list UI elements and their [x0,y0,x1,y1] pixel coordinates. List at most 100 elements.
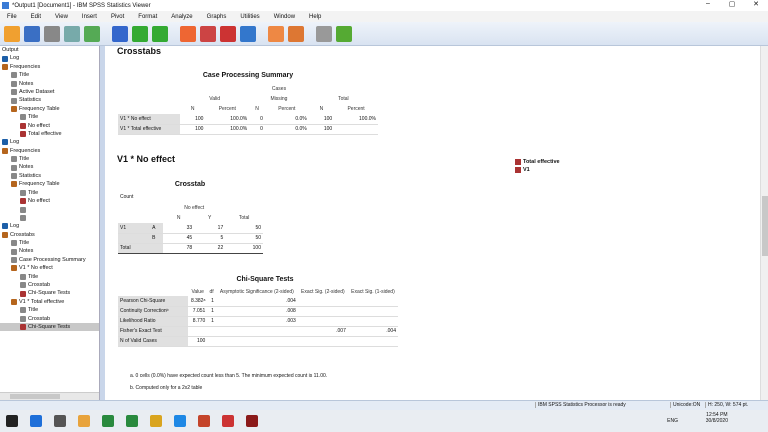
outline-label: Log [10,55,20,62]
outline-item[interactable]: Active Dataset [0,88,99,96]
minimize-button[interactable]: – [696,0,720,8]
outline-hscrollbar[interactable] [0,392,99,400]
maximize-button[interactable]: ▢ [720,0,744,8]
save-button[interactable] [24,25,40,42]
outline-item[interactable]: Frequency Table [0,105,99,113]
outline-item[interactable]: Frequency Table [0,180,99,188]
insert-cases-button[interactable] [220,25,236,42]
table-row: V1 A 33 17 50 [118,223,263,234]
cell: 22 [194,242,226,254]
goto-variable-button[interactable] [200,25,216,42]
column-header: N [255,106,259,112]
table-row: V1 * Total effective 100 100.0% 0 0.0% 100 [118,124,378,135]
table-row: Continuity Correctionᵇ 7.051 1.008 [118,306,398,317]
menu-file[interactable]: File [0,14,24,20]
chi-square-table[interactable]: Value df Asymptotic Significance (2-sided)… [118,286,398,347]
cell: 17 [194,223,226,234]
menu-view[interactable]: View [48,14,75,20]
clock[interactable]: 12:54 PM 30/8/2020 [706,412,728,424]
status-bar: IBM SPSS Statistics Processor is ready U… [0,400,768,410]
taskbar-app-icon[interactable] [30,415,42,427]
outline-item[interactable]: Title [0,189,99,197]
menu-analyze[interactable]: Analyze [164,14,199,20]
outline-item[interactable]: Log [0,222,99,230]
menu-utilities[interactable]: Utilities [233,14,266,20]
outline-item[interactable]: Total effective [0,130,99,138]
taskbar-app-icon[interactable] [126,415,138,427]
case-processing-table[interactable]: Cases Valid Missing Total N Percent N Percent… [118,84,378,135]
add-button[interactable] [336,25,352,42]
taskbar-app-icon[interactable] [150,415,162,427]
menu-graphs[interactable]: Graphs [200,14,234,20]
outline-item[interactable]: Notes [0,247,99,255]
outline-item[interactable]: No effect [0,122,99,130]
outline-item[interactable] [0,214,99,222]
outline-item[interactable]: V1 * Total effective [0,298,99,306]
page-icon [11,80,17,87]
outline-item[interactable]: Case Processing Summary [0,256,99,264]
outline-label: Frequency Table [19,105,60,112]
menu-window[interactable]: Window [267,14,302,20]
row-label: Likelihood Ratio [118,316,188,327]
open-button[interactable] [4,25,20,42]
print-button[interactable] [44,25,60,42]
disabled-button[interactable] [316,25,332,42]
outline-item[interactable]: Title [0,155,99,163]
outline-item[interactable]: Notes [0,163,99,171]
export-button[interactable] [84,25,100,42]
menu-help[interactable]: Help [302,14,328,20]
variables-button[interactable] [240,25,256,42]
undo-button[interactable] [132,25,148,42]
outline-item[interactable]: Notes [0,80,99,88]
log-icon [2,139,8,146]
edit-button[interactable] [268,25,284,42]
outline-item[interactable]: Title [0,71,99,79]
outline-item[interactable]: Frequencies [0,147,99,155]
print-preview-button[interactable] [64,25,80,42]
outline-item[interactable]: Title [0,239,99,247]
outline-item[interactable]: Statistics [0,172,99,180]
outline-item[interactable]: Log [0,138,99,146]
outline-item[interactable]: Title [0,113,99,121]
start-button[interactable] [6,415,18,427]
language-indicator[interactable]: ENG [667,418,678,424]
designate-window-button[interactable] [288,25,304,42]
menu-insert[interactable]: Insert [75,14,104,20]
close-button[interactable]: ✕ [744,0,768,8]
side-item[interactable]: V1 [515,166,560,174]
outline-item[interactable]: Crosstabs [0,231,99,239]
outline-item[interactable]: Chi-Square Tests [0,322,99,332]
outline-item[interactable]: Log [0,54,99,62]
menu-edit[interactable]: Edit [24,14,48,20]
column-header: N [176,215,181,221]
taskbar-app-icon[interactable] [102,415,114,427]
taskbar-app-icon[interactable] [246,415,258,427]
outline-item[interactable]: No effect [0,197,99,205]
taskbar-app-icon[interactable] [174,415,186,427]
menu-format[interactable]: Format [131,14,164,20]
redo-button[interactable] [152,25,168,42]
menu-pivot[interactable]: Pivot [104,14,131,20]
outline-item[interactable]: Frequencies [0,63,99,71]
outline-item[interactable]: Output [0,46,99,54]
taskbar-app-icon[interactable] [198,415,210,427]
cell [297,316,348,327]
outline-item[interactable]: Statistics [0,96,99,104]
recall-dialog-button[interactable] [112,25,128,42]
outline-label: V1 * No effect [19,265,53,272]
outline-item[interactable]: Title [0,273,99,281]
goto-data-button[interactable] [180,25,196,42]
outline-item[interactable] [0,205,99,213]
outline-item[interactable]: Chi-Square Tests [0,289,99,297]
taskbar-app-icon[interactable] [54,415,66,427]
outline-item[interactable]: Crosstab [0,315,99,323]
outline-item[interactable]: Title [0,306,99,314]
cell: .004 [347,326,398,337]
crosstab-table[interactable]: No effect N Y Total V1 A 33 17 50 B 45 5 50 Total 78 22… [118,203,263,254]
content-vscrollbar[interactable] [760,46,768,400]
side-item[interactable]: Total effective [515,158,560,166]
outline-item[interactable]: V1 * No effect [0,264,99,272]
taskbar-app-icon[interactable] [222,415,234,427]
outline-item[interactable]: Crosstab [0,281,99,289]
taskbar-app-icon[interactable] [78,415,90,427]
